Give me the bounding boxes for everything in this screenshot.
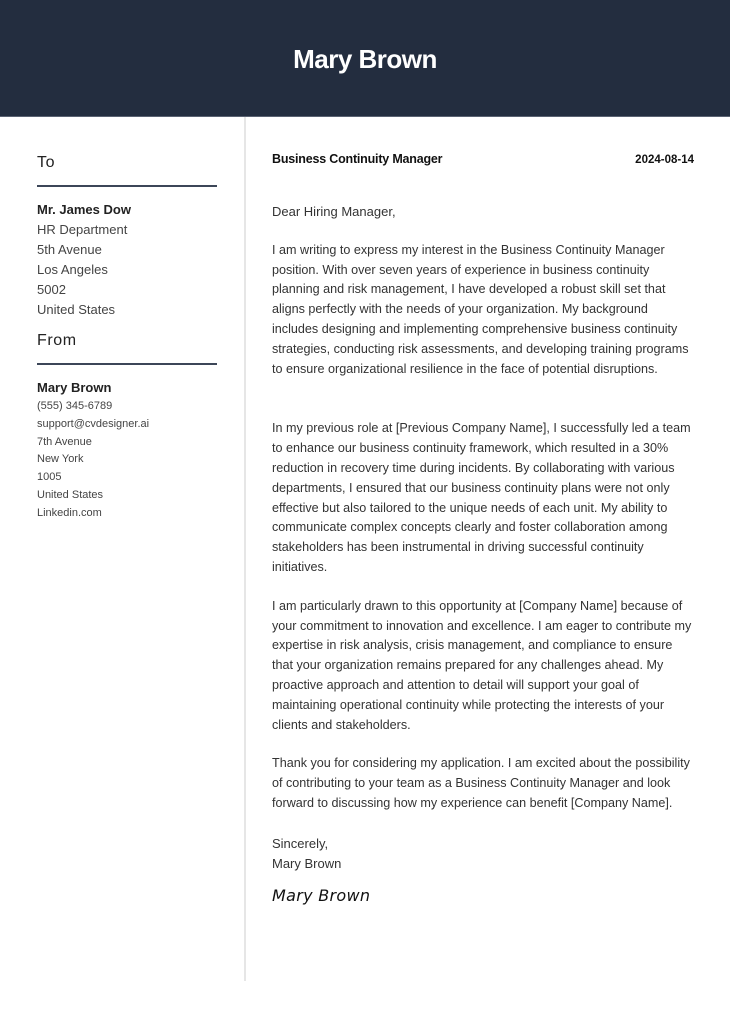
- salutation: Dear Hiring Manager,: [272, 204, 396, 219]
- sender-name: Mary Brown: [37, 380, 112, 395]
- closing-block: Sincerely, Mary Brown: [272, 834, 694, 874]
- recipient-heading: To: [37, 154, 56, 171]
- recipient-name: Mr. James Dow: [37, 202, 131, 217]
- section-rule: [37, 185, 217, 187]
- letter-body: Business Continuity Manager 2024-08-14 D…: [272, 152, 694, 905]
- recipient-city: Los Angeles: [37, 262, 108, 277]
- section-rule: [37, 363, 217, 365]
- paragraph-experience: In my previous role at [Previous Company…: [272, 421, 691, 574]
- closing-phrase: Sincerely,: [272, 835, 329, 851]
- job-title: Business Continuity Manager: [272, 152, 443, 166]
- applicant-name: Mary Brown: [293, 43, 437, 74]
- letter-meta: Business Continuity Manager 2024-08-14: [272, 152, 694, 172]
- sender-heading: From: [37, 332, 77, 349]
- recipient-section: To Mr. James Dow HR Department 5th Avenu…: [37, 152, 217, 320]
- page-header: Mary Brown: [0, 0, 730, 117]
- column-divider: [244, 117, 246, 981]
- paragraph-closing: Thank you for considering my application…: [272, 756, 690, 810]
- sender-email: support@cvdesigner.ai: [37, 417, 150, 430]
- sender-postal-code: 1005: [37, 471, 62, 484]
- sender-linkedin: Linkedin.com: [37, 506, 102, 519]
- sender-city: New York: [37, 453, 84, 466]
- paragraph-intro: I am writing to express my interest in t…: [272, 242, 689, 376]
- sender-street: 7th Avenue: [37, 435, 92, 448]
- signature: Mary Brown: [272, 885, 371, 905]
- recipient-country: United States: [37, 302, 116, 317]
- sender-section: From Mary Brown (555) 345-6789 support@c…: [37, 330, 217, 523]
- letter-date: 2024-08-14: [635, 154, 694, 166]
- closing-name: Mary Brown: [272, 855, 342, 871]
- sidebar: To Mr. James Dow HR Department 5th Avenu…: [37, 152, 217, 523]
- sender-phone: (555) 345-6789: [37, 400, 113, 412]
- sender-country: United States: [37, 488, 104, 501]
- paragraph-motivation: I am particularly drawn to this opportun…: [272, 598, 692, 732]
- recipient-street: 5th Avenue: [37, 242, 102, 257]
- recipient-postal-code: 5002: [37, 282, 66, 297]
- recipient-department: HR Department: [37, 222, 128, 237]
